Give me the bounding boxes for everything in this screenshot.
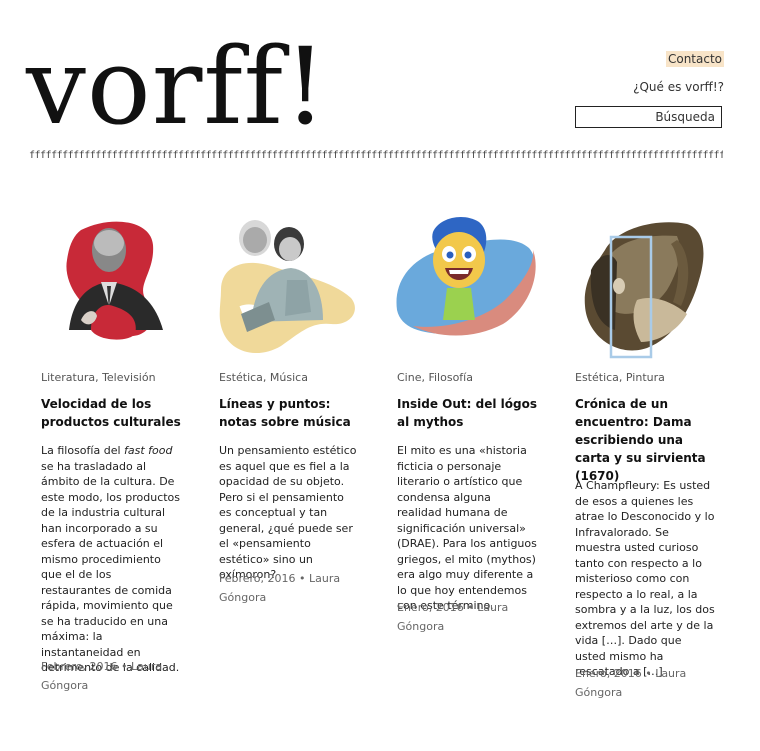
post-date: Enero, 2016 (575, 667, 642, 680)
post-categories[interactable]: Cine, Filosofía (397, 371, 473, 384)
post-excerpt: A Champfleury: Es usted de esos a quiene… (575, 479, 715, 678)
top-nav: Contacto (665, 50, 724, 67)
post-meta: Enero, 2016 • Laura Góngora (397, 599, 537, 636)
post-thumbnail-painting[interactable] (577, 210, 737, 360)
post-date: Febrero, 2016 (219, 572, 296, 585)
post-excerpt: El mito es una «historia ficticia o pers… (397, 444, 537, 612)
post-title[interactable]: Velocidad de los productos culturales (41, 395, 181, 431)
post-meta: Enero, 2016 • Laura Góngora (575, 665, 715, 702)
post-categories[interactable]: Estética, Música (219, 371, 308, 384)
meta-separator: • (121, 660, 128, 673)
post-thumbnail-borges[interactable] (51, 210, 211, 360)
post-excerpt: Un pensamiento estético es aquel que es … (219, 444, 357, 581)
decorative-divider: ffffffffffffffffffffffffffffffffffffffff… (29, 150, 723, 161)
post-meta: Febrero, 2016 • Laura Góngora (41, 658, 181, 695)
post-title[interactable]: Inside Out: del lógos al mythos (397, 395, 537, 431)
post-date: Enero, 2016 (397, 601, 464, 614)
meta-separator: • (299, 572, 306, 585)
post-thumbnail-musicians[interactable] (211, 210, 371, 360)
search-input[interactable]: Búsqueda (575, 106, 722, 128)
nav-about-link[interactable]: ¿Qué es vorff!? (633, 80, 724, 94)
nav-contact-link[interactable]: Contacto (665, 51, 724, 67)
meta-separator: • (467, 601, 474, 614)
post-date: Febrero, 2016 (41, 660, 118, 673)
post-categories[interactable]: Literatura, Televisión (41, 371, 156, 384)
site-logo[interactable]: vorff! (26, 34, 327, 140)
post-title[interactable]: Líneas y puntos: notas sobre música (219, 395, 359, 431)
post-meta: Febrero, 2016 • Laura Góngora (219, 570, 359, 607)
post-categories[interactable]: Estética, Pintura (575, 371, 665, 384)
post-excerpt: La filosofía del fast food se ha traslad… (41, 444, 181, 674)
meta-separator: • (645, 667, 652, 680)
post-title[interactable]: Crónica de un encuentro: Dama escribiend… (575, 395, 715, 485)
post-thumbnail-joy[interactable] (393, 210, 553, 360)
